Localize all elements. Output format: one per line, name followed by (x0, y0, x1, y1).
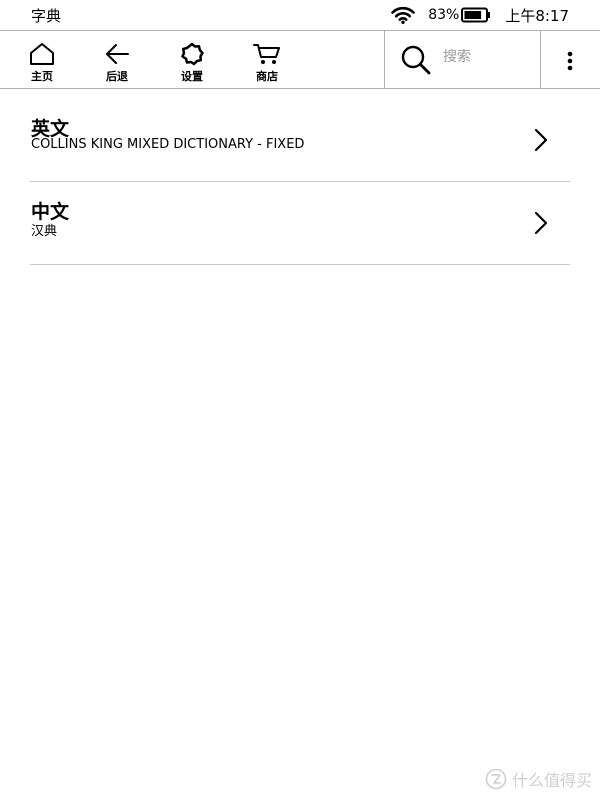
settings-button[interactable]: 设置 (162, 31, 222, 89)
toolbar: 主页 后退 设置 商店 (0, 30, 600, 89)
watermark: 什么值得买 (485, 767, 592, 791)
status-title: 字典 (31, 7, 62, 25)
watermark-text: 什么值得买 (511, 771, 592, 790)
search-icon[interactable] (400, 44, 432, 76)
search-box[interactable] (384, 31, 541, 89)
home-label: 主页 (31, 70, 53, 83)
store-button[interactable]: 商店 (237, 31, 297, 89)
dictionary-item-chinese[interactable]: 中文 汉典 (30, 182, 570, 265)
home-icon (30, 43, 54, 65)
back-label: 后退 (106, 70, 128, 83)
dictionary-list: 英文 COLLINS KING MIXED DICTIONARY - FIXED… (30, 99, 570, 265)
status-indicators: 83% 上午8:17 (391, 4, 569, 26)
battery-icon (461, 7, 491, 23)
status-bar: 字典 83% 上午8:17 (0, 0, 600, 30)
more-vertical-icon (567, 51, 573, 71)
more-menu-button[interactable] (541, 31, 600, 89)
back-button[interactable]: 后退 (87, 31, 147, 89)
wifi-icon (391, 6, 415, 24)
search-input[interactable] (443, 49, 533, 65)
watermark-logo-icon (485, 768, 507, 790)
settings-label: 设置 (181, 70, 203, 83)
dictionary-item-english[interactable]: 英文 COLLINS KING MIXED DICTIONARY - FIXED (30, 99, 570, 182)
back-arrow-icon (106, 44, 129, 64)
clock: 上午8:17 (505, 6, 569, 25)
chevron-right-icon (534, 211, 548, 235)
dictionary-subtitle: 汉典 (31, 224, 58, 239)
chevron-right-icon (534, 128, 548, 152)
gear-icon (181, 42, 204, 66)
store-label: 商店 (256, 70, 278, 83)
cart-icon (253, 44, 280, 64)
home-button[interactable]: 主页 (12, 31, 72, 89)
dictionary-subtitle: COLLINS KING MIXED DICTIONARY - FIXED (31, 137, 305, 152)
battery-percent: 83% (428, 7, 460, 23)
